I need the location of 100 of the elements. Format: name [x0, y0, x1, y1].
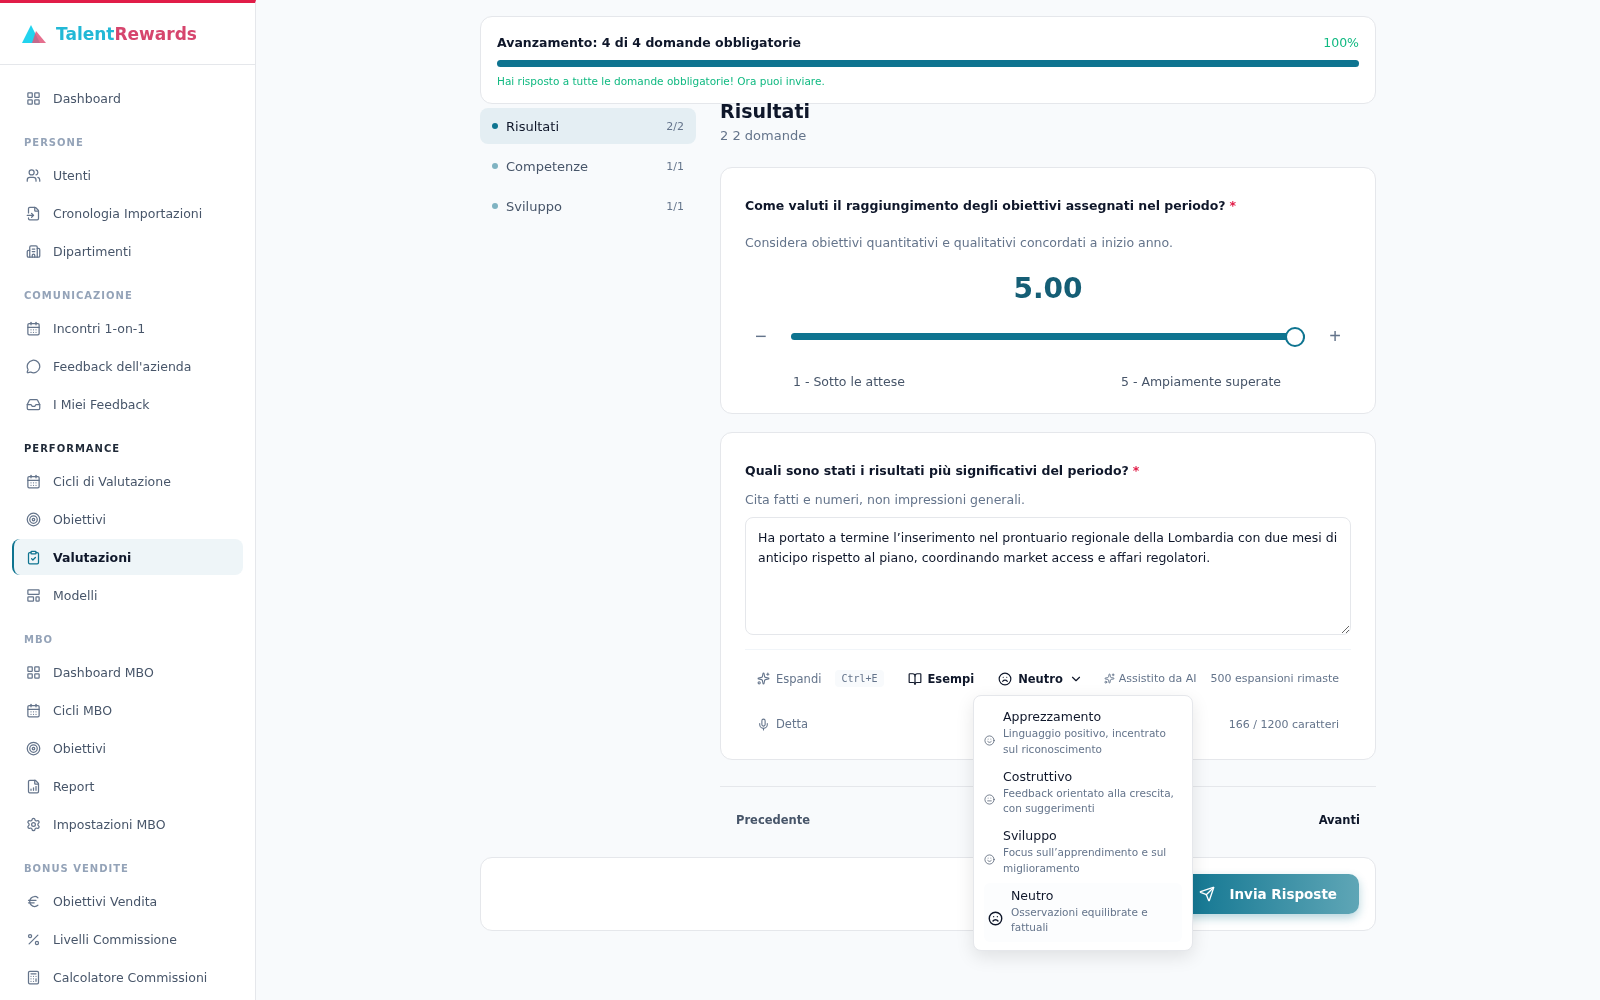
- face-icon: [988, 911, 1003, 927]
- sidebar-item[interactable]: Dashboard: [12, 80, 243, 116]
- option-description: Focus sull’apprendimento e sul miglioramento: [1003, 845, 1168, 876]
- sidebar-item[interactable]: Modelli: [12, 577, 243, 613]
- sidebar-icon: [26, 358, 41, 374]
- option-label: Apprezzamento: [1003, 709, 1103, 724]
- sidebar-item[interactable]: Dipartimenti: [12, 233, 243, 269]
- sidebar-item[interactable]: Dashboard MBO: [12, 654, 243, 690]
- progress-message: Hai risposto a tutte le domande obbligatorie! Ora puoi inviare.: [497, 75, 826, 87]
- sidebar-icon: [26, 664, 41, 680]
- option-label: Costruttivo: [1003, 768, 1074, 784]
- question-hint: Cita fatti e numeri, non impressioni generali.: [745, 492, 1027, 507]
- sidebar-item[interactable]: Obiettivi Vendita: [12, 883, 243, 919]
- sidebar-icon: [26, 740, 41, 756]
- sidebar-icon: [26, 587, 41, 603]
- ai-remaining: 500 espansioni rimaste: [1210, 672, 1339, 685]
- examples-button[interactable]: Esempi: [907, 671, 975, 686]
- sidebar-item[interactable]: Incontri 1-on-1: [12, 310, 243, 346]
- sidebar-item[interactable]: Calcolatore Commissioni: [12, 959, 243, 995]
- tone-option[interactable]: Apprezzamento Linguaggio positivo, incentrato sul riconoscimento: [984, 704, 1182, 764]
- rating-slider[interactable]: [790, 326, 1306, 347]
- tone-dropdown[interactable]: Neutro: [998, 671, 1083, 686]
- sidebar-icon: [26, 893, 41, 909]
- section-count: 1/1: [666, 159, 684, 173]
- sidebar-icon: [26, 511, 41, 527]
- brand-name: TalentRewards: [56, 23, 197, 44]
- option-description: Feedback orientato alla crescita, con suggerimenti: [1003, 785, 1175, 817]
- option-label: Neutro: [1011, 887, 1055, 903]
- sidebar-item[interactable]: Utenti: [12, 157, 243, 193]
- sidebar-icon: [26, 702, 41, 718]
- sparkles-icon: [1103, 673, 1115, 684]
- section-title: MBO: [23, 633, 55, 647]
- sidebar-icon: [26, 931, 41, 947]
- sidebar-icon: [26, 167, 41, 183]
- option-description: Linguaggio positivo, incentrato sul riconoscimento: [1003, 726, 1167, 757]
- section-tab[interactable]: Competenze 1/1: [480, 148, 696, 184]
- face-icon: [984, 734, 995, 746]
- sidebar-item[interactable]: Cicli MBO: [12, 692, 243, 728]
- sidebar-icon: [26, 243, 41, 259]
- answer-field[interactable]: Ha portato a termine l’inserimento nel prontuario regionale della Lombardia con due mesi di anticipo rispetto al piano, coordinando market access e affari regolatori.: [745, 517, 1351, 635]
- sidebar-item[interactable]: Report: [12, 768, 243, 804]
- option-label: Sviluppo: [1003, 828, 1058, 843]
- expand-button[interactable]: Espandi: [757, 671, 822, 686]
- microphone-icon: [757, 717, 770, 731]
- sidebar-icon: [26, 778, 41, 794]
- sidebar-icon: [26, 473, 41, 489]
- section-subtitle: 2 2 domande: [720, 128, 808, 143]
- plus-button[interactable]: +: [1325, 325, 1345, 348]
- minus-button[interactable]: −: [751, 325, 771, 348]
- sidebar-item[interactable]: Livelli Commissione: [12, 921, 243, 957]
- face-icon: [984, 853, 995, 865]
- dictate-button[interactable]: Detta: [757, 717, 808, 731]
- section-count: 2/2: [666, 119, 684, 133]
- sidebar-icon: [26, 320, 41, 336]
- section-title: BONUS VENDITE: [23, 862, 130, 876]
- section-title: COMUNICAZIONE: [23, 289, 134, 303]
- rating-value: 5.00: [1012, 272, 1084, 305]
- question-hint: Considera obiettivi quantitativi e qualitativi concordati a inizio anno.: [745, 235, 1174, 250]
- section-heading: Risultati: [720, 100, 811, 122]
- sidebar-icon: [26, 549, 41, 565]
- section-title: PERFORMANCE: [23, 442, 122, 456]
- progress-title: Avanzamento: 4 di 4 domande obbligatorie: [497, 35, 802, 50]
- required-mark: *: [1229, 198, 1237, 213]
- sidebar-icon: [26, 205, 41, 221]
- progress-percent: 100%: [1323, 35, 1359, 50]
- sidebar-item[interactable]: Cronologia Importazioni: [12, 195, 243, 231]
- section-tab[interactable]: Risultati 2/2: [480, 108, 696, 144]
- ai-label: Assistito da AI: [1118, 672, 1197, 685]
- section-tab[interactable]: Sviluppo 1/1: [480, 188, 696, 224]
- question-text: Quali sono stati i risultati più significativi del periodo? *: [745, 463, 1141, 478]
- next-link[interactable]: Avanti: [1318, 813, 1360, 827]
- sidebar-item[interactable]: I Miei Feedback: [12, 386, 243, 422]
- max-label: 5 - Ampiamente superate: [1121, 374, 1281, 389]
- book-icon: [907, 671, 922, 686]
- required-mark: *: [1132, 463, 1140, 478]
- min-label: 1 - Sotto le attese: [793, 374, 905, 389]
- tone-option[interactable]: Costruttivo Feedback orientato alla crescita, con suggerimenti: [984, 763, 1182, 823]
- logo-icon: [22, 24, 46, 43]
- sidebar-item[interactable]: Feedback dell'azienda: [12, 348, 243, 384]
- previous-link[interactable]: Precedente: [736, 813, 811, 827]
- sidebar-icon: [26, 969, 41, 985]
- face-icon: [984, 794, 995, 806]
- question-text: Come valuti il raggiungimento degli obiettivi assegnati nel periodo? *: [745, 198, 1238, 213]
- sidebar-icon: [26, 816, 41, 832]
- section-count: 1/1: [666, 199, 684, 213]
- sidebar-item[interactable]: Obiettivi: [12, 730, 243, 766]
- send-icon: [1199, 886, 1216, 902]
- slider-thumb[interactable]: [1285, 326, 1306, 347]
- sidebar-item[interactable]: Cicli di Valutazione: [12, 463, 243, 499]
- sidebar-item[interactable]: Obiettivi: [12, 501, 243, 537]
- option-description: Osservazioni equilibrate e fattuali: [1011, 904, 1149, 936]
- sidebar-item[interactable]: Valutazioni: [12, 539, 243, 575]
- shortcut-hint: Ctrl+E: [835, 670, 884, 687]
- sparkles-icon: [757, 672, 770, 685]
- face-icon: [998, 671, 1013, 686]
- section-title: PERSONE: [23, 136, 85, 150]
- sidebar-item[interactable]: Impostazioni MBO: [12, 806, 243, 842]
- sidebar-icon: [26, 90, 41, 106]
- sidebar-icon: [26, 396, 41, 412]
- character-count: 166 / 1200 caratteri: [1228, 717, 1339, 731]
